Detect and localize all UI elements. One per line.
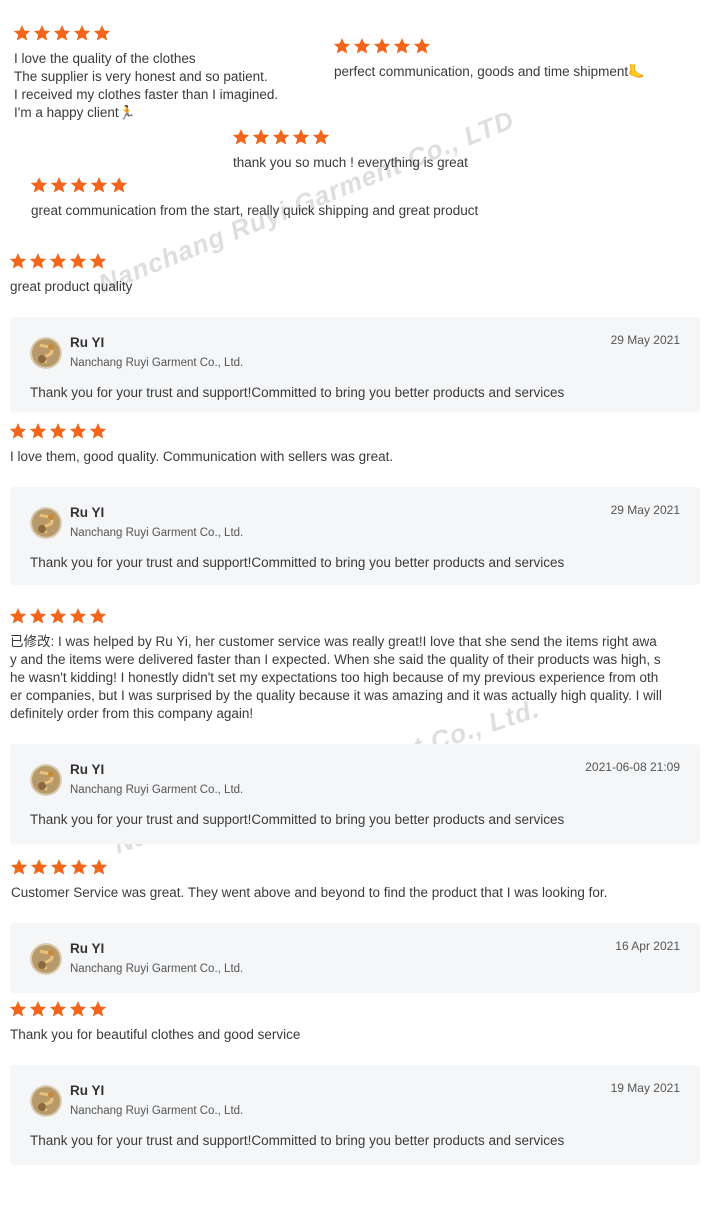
avatar xyxy=(30,764,62,796)
reply-date: 2021-06-08 21:09 xyxy=(585,760,680,774)
seller-reply: Ru YI Nanchang Ruyi Garment Co., Ltd. 29… xyxy=(10,487,700,585)
star-icon xyxy=(30,858,48,876)
rating-stars xyxy=(9,1000,107,1018)
star-icon xyxy=(9,422,27,440)
rating-stars xyxy=(333,37,431,55)
seller-company: Nanchang Ruyi Garment Co., Ltd. xyxy=(70,1105,244,1117)
star-icon xyxy=(69,607,87,625)
seller-company: Nanchang Ruyi Garment Co., Ltd. xyxy=(70,527,244,539)
avatar xyxy=(30,1085,62,1117)
star-icon xyxy=(50,858,68,876)
seller-reply: Ru YI Nanchang Ruyi Garment Co., Ltd. 19… xyxy=(10,1065,700,1165)
star-icon xyxy=(292,128,310,146)
reply-date: 19 May 2021 xyxy=(610,1081,680,1095)
star-icon xyxy=(49,607,67,625)
star-icon xyxy=(93,24,111,42)
rating-stars xyxy=(232,128,330,146)
star-icon xyxy=(90,858,108,876)
star-icon xyxy=(49,1000,67,1018)
rating-stars xyxy=(9,422,107,440)
star-icon xyxy=(70,176,88,194)
avatar xyxy=(30,507,62,539)
review-line: I'm a happy client🏃 xyxy=(14,105,136,120)
review-line: I love the quality of the clothes xyxy=(14,51,196,66)
star-icon xyxy=(29,607,47,625)
avatar xyxy=(30,337,62,369)
star-icon xyxy=(49,252,67,270)
reply-date: 29 May 2021 xyxy=(610,333,680,347)
review-text: Thank you for beautiful clothes and good… xyxy=(10,1027,301,1042)
seller-company: Nanchang Ruyi Garment Co., Ltd. xyxy=(70,784,244,796)
seller-name: Ru YI xyxy=(70,762,105,777)
star-icon xyxy=(89,252,107,270)
rating-stars xyxy=(10,858,108,876)
rating-stars xyxy=(9,607,107,625)
review-line: I received my clothes faster than I imag… xyxy=(14,87,279,102)
star-icon xyxy=(69,252,87,270)
seller-reply: Ru YI Nanchang Ruyi Garment Co., Ltd. 20… xyxy=(10,744,700,844)
star-icon xyxy=(89,422,107,440)
star-icon xyxy=(13,24,31,42)
star-icon xyxy=(252,128,270,146)
star-icon xyxy=(110,176,128,194)
star-icon xyxy=(70,858,88,876)
star-icon xyxy=(29,422,47,440)
star-icon xyxy=(333,37,351,55)
star-icon xyxy=(33,24,51,42)
star-icon xyxy=(69,422,87,440)
star-icon xyxy=(53,24,71,42)
avatar xyxy=(30,943,62,975)
star-icon xyxy=(10,858,28,876)
review-text: Customer Service was great. They went ab… xyxy=(11,885,608,900)
star-icon xyxy=(373,37,391,55)
review-text: 已修改: I was helped by Ru Yi, her customer… xyxy=(10,634,662,721)
rating-stars xyxy=(13,24,111,42)
seller-company: Nanchang Ruyi Garment Co., Ltd. xyxy=(70,963,244,975)
star-icon xyxy=(353,37,371,55)
star-icon xyxy=(312,128,330,146)
star-icon xyxy=(29,1000,47,1018)
seller-name: Ru YI xyxy=(70,335,105,350)
reply-date: 16 Apr 2021 xyxy=(615,939,680,953)
seller-name: Ru YI xyxy=(70,505,105,520)
review-line: perfect communication, goods and time sh… xyxy=(334,64,645,79)
star-icon xyxy=(50,176,68,194)
rating-stars xyxy=(30,176,128,194)
star-icon xyxy=(30,176,48,194)
star-icon xyxy=(89,1000,107,1018)
seller-company: Nanchang Ruyi Garment Co., Ltd. xyxy=(70,357,244,369)
reply-message: Thank you for your trust and support!Com… xyxy=(30,555,565,570)
seller-reply: Ru YI Nanchang Ruyi Garment Co., Ltd. 16… xyxy=(10,923,700,993)
review-text: I love them, good quality. Communication… xyxy=(10,449,394,464)
reply-message: Thank you for your trust and support!Com… xyxy=(30,385,565,400)
seller-name: Ru YI xyxy=(70,941,105,956)
rating-stars xyxy=(9,252,107,270)
review-line: The supplier is very honest and so patie… xyxy=(14,69,268,84)
star-icon xyxy=(9,1000,27,1018)
star-icon xyxy=(90,176,108,194)
star-icon xyxy=(272,128,290,146)
star-icon xyxy=(49,422,67,440)
star-icon xyxy=(29,252,47,270)
star-icon xyxy=(9,607,27,625)
star-icon xyxy=(9,252,27,270)
star-icon xyxy=(232,128,250,146)
star-icon xyxy=(89,607,107,625)
seller-name: Ru YI xyxy=(70,1083,105,1098)
reply-message: Thank you for your trust and support!Com… xyxy=(30,812,565,827)
review-line: great communication from the start, real… xyxy=(31,203,479,218)
star-icon xyxy=(69,1000,87,1018)
star-icon xyxy=(413,37,431,55)
star-icon xyxy=(393,37,411,55)
reply-message: Thank you for your trust and support!Com… xyxy=(30,1133,565,1148)
review-line: thank you so much ! everything is great xyxy=(233,155,468,170)
seller-reply: Ru YI Nanchang Ruyi Garment Co., Ltd. 29… xyxy=(10,317,700,412)
reply-date: 29 May 2021 xyxy=(610,503,680,517)
star-icon xyxy=(73,24,91,42)
review-line: great product quality xyxy=(10,279,133,294)
